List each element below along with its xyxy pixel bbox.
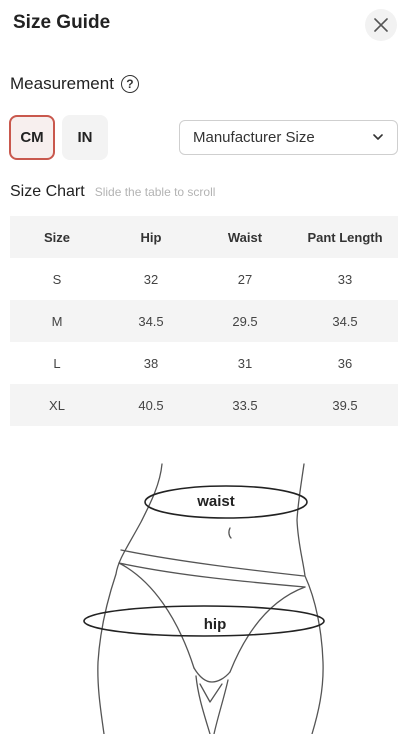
table-cell: 33: [337, 271, 353, 287]
table-header-row: Size Hip Waist Pant Length: [10, 216, 398, 258]
table-cell: 34.5: [332, 313, 358, 329]
measurement-row: Measurement ?: [10, 73, 139, 95]
table-cell: M: [51, 313, 63, 329]
table-cell: 27: [237, 271, 253, 287]
size-type-value: Manufacturer Size: [193, 129, 315, 146]
table-row: S 32 27 33: [10, 258, 398, 300]
page-title: Size Guide: [13, 12, 111, 33]
column-header: Size: [43, 229, 70, 245]
column-header: Waist: [227, 229, 263, 245]
table-cell: 29.5: [232, 313, 258, 329]
table-cell: 31: [237, 355, 253, 371]
table-cell: XL: [49, 397, 65, 413]
column-header: Hip: [140, 229, 162, 245]
chevron-down-icon: [373, 134, 383, 140]
column-header: Pant Length: [307, 229, 383, 245]
dialog-header: Size Guide: [0, 0, 412, 48]
hip-label: hip: [204, 616, 227, 633]
table-cell: S: [52, 271, 62, 287]
size-chart-heading: Size Chart Slide the table to scroll: [10, 183, 215, 201]
waist-label: waist: [196, 493, 235, 510]
table-row: L 38 31 36: [10, 342, 398, 384]
size-chart-title: Size Chart: [10, 183, 85, 200]
scroll-hint: Slide the table to scroll: [94, 185, 216, 199]
table-cell: 39.5: [332, 397, 358, 413]
question-circle-icon[interactable]: ?: [120, 75, 139, 93]
unit-in-button[interactable]: IN: [62, 115, 108, 160]
table-row: XL 40.5 33.5 39.5: [10, 384, 398, 426]
size-type-select[interactable]: Manufacturer Size: [179, 120, 398, 155]
table-row: M 34.5 29.5 34.5: [10, 300, 398, 342]
table-cell: 40.5: [138, 397, 164, 413]
unit-cm-button[interactable]: CM: [9, 115, 55, 160]
table-cell: 38: [143, 355, 159, 371]
close-button[interactable]: [365, 9, 397, 41]
table-cell: 34.5: [138, 313, 164, 329]
table-cell: 36: [337, 355, 353, 371]
size-table[interactable]: Size Hip Waist Pant Length S 32 27 33 M …: [10, 216, 398, 426]
table-cell: 33.5: [232, 397, 258, 413]
table-cell: 32: [143, 271, 159, 287]
measurement-label: Measurement: [10, 74, 114, 93]
table-cell: L: [53, 355, 61, 371]
measurement-illustration: waist hip: [83, 463, 325, 734]
close-icon: [374, 18, 388, 32]
